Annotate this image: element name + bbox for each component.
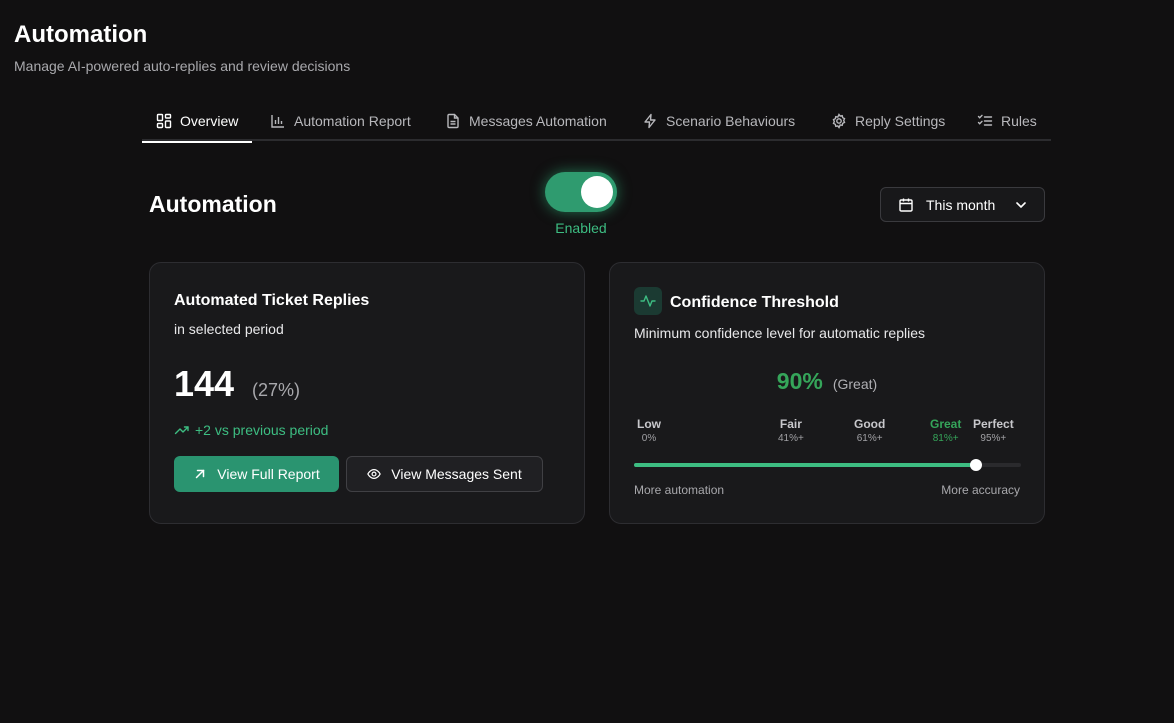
tab-label: Reply Settings [855,112,946,129]
layout-grid-icon [156,113,172,128]
button-label: View Messages Sent [391,466,522,482]
gear-icon [832,112,846,129]
lightning-icon [644,113,656,128]
toggle-status-label: Enabled [555,220,607,236]
card-title: Confidence Threshold [670,294,839,311]
bar-chart-icon [271,114,284,128]
tab-label: Automation Report [294,112,411,129]
tab-automation-report[interactable]: Automation Report [270,100,411,141]
toggle-knob [581,176,613,208]
eye-icon [367,469,382,479]
confidence-slider[interactable] [634,459,1021,471]
slider-max-caption: More accuracy [941,483,1020,497]
tab-label: Overview [180,112,239,129]
tab-label: Rules [1001,112,1037,129]
level-great: Great 81%+ [930,417,961,445]
threshold-display: 90% (Great) [610,368,1044,395]
section-title: Automation [149,191,277,217]
tab-overview[interactable]: Overview [141,100,253,143]
document-icon [447,113,459,128]
level-value: 0% [641,433,657,444]
replies-count: 144 [174,363,235,404]
level-name: Great [930,417,962,431]
automated-replies-card: Automated Ticket Replies in selected per… [149,262,585,524]
view-messages-sent-button[interactable]: View Messages Sent [346,456,543,492]
level-value: 41%+ [778,433,804,444]
tab-rules[interactable]: Rules [977,100,1037,141]
trend-indicator: +2 vs previous period [174,422,328,438]
period-label: This month [926,196,996,213]
level-good: Good 61%+ [854,417,885,445]
page-title: Automation [14,21,148,48]
level-value: 95%+ [980,433,1007,444]
chevron-down-icon [1016,201,1027,208]
replies-percent: (27%) [252,380,301,400]
tab-reply-settings[interactable]: Reply Settings [831,100,945,141]
page-subtitle: Manage AI-powered auto-replies and revie… [14,58,351,74]
card-subtitle: Minimum confidence level for automatic r… [634,325,926,341]
threshold-value: 90% [776,368,823,394]
button-label: View Full Report [217,466,320,482]
threshold-label: (Great) [832,376,878,392]
level-name: Good [854,417,886,431]
tab-scenario-behaviours[interactable]: Scenario Behaviours [642,100,795,141]
level-name: Low [637,417,661,431]
tab-bar: Overview Automation Report Messages Auto… [141,100,1051,143]
slider-min-caption: More automation [634,483,725,497]
level-name: Perfect [973,417,1014,431]
arrow-up-right-icon [196,469,205,479]
level-fair: Fair 41%+ [778,417,804,445]
card-subtitle: in selected period [174,321,284,337]
calendar-icon [899,198,913,212]
slider-fill [634,463,977,467]
level-low: Low 0% [637,417,661,445]
checklist-icon [977,114,993,126]
tab-messages-automation[interactable]: Messages Automation [445,100,607,141]
level-perfect: Perfect 95%+ [973,417,1014,445]
tab-label: Scenario Behaviours [666,112,796,129]
tab-label: Messages Automation [469,112,607,129]
trend-text: +2 vs previous period [195,422,329,438]
level-value: 81%+ [932,433,959,444]
automation-toggle[interactable] [545,172,617,212]
confidence-threshold-card: Confidence Threshold Minimum confidence … [609,262,1045,524]
period-dropdown[interactable]: This month [880,187,1045,222]
view-full-report-button[interactable]: View Full Report [174,456,339,492]
level-value: 61%+ [856,433,883,444]
level-name: Fair [779,417,802,431]
slider-thumb[interactable] [970,459,983,471]
activity-icon [634,287,662,315]
card-title: Automated Ticket Replies [174,292,370,309]
trending-up-icon [174,426,189,435]
